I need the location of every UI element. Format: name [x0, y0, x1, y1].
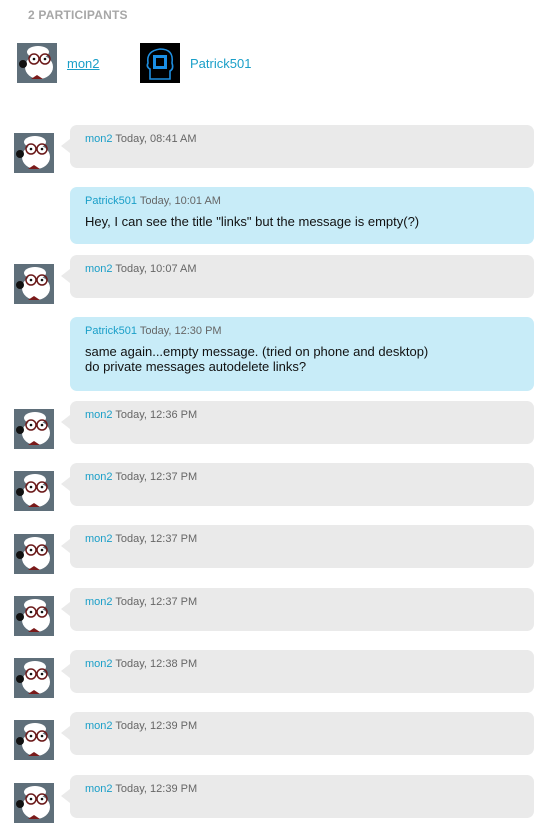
message-line: do private messages autodelete links? — [85, 359, 307, 374]
message-bubble: mon2 Today, 12:37 PM — [61, 525, 534, 568]
message-time: Today, 12:39 PM — [115, 720, 198, 732]
participant-name-link[interactable]: mon2 — [67, 56, 100, 71]
message-text: same again...empty message. (tried on ph… — [85, 344, 519, 374]
message-time: Today, 10:01 AM — [139, 195, 221, 207]
message-author[interactable]: Patrick501 — [85, 195, 137, 207]
message-time: Today, 12:30 PM — [139, 325, 222, 337]
message-author[interactable]: mon2 — [85, 263, 113, 275]
message-text: Hey, I can see the title "links" but the… — [85, 214, 420, 229]
message-bubble: mon2 Today, 12:37 PM — [61, 588, 534, 631]
message-bubble: mon2 Today, 08:41 AM — [61, 125, 534, 168]
message-time: Today, 08:41 AM — [115, 133, 197, 145]
message-author[interactable]: mon2 — [85, 409, 113, 421]
dog-avatar-icon[interactable] — [14, 471, 54, 511]
dog-avatar-icon[interactable] — [14, 658, 54, 698]
message-author[interactable]: mon2 — [85, 533, 113, 545]
message-bubble: mon2 Today, 12:39 PM — [61, 712, 534, 755]
message-bubble: mon2 Today, 10:07 AM — [61, 255, 534, 298]
participant-patrick501[interactable]: Patrick501 — [140, 43, 251, 83]
head-chip-icon[interactable] — [140, 43, 180, 83]
participants-header: 2 PARTICIPANTS — [28, 8, 128, 22]
message-author[interactable]: mon2 — [85, 471, 113, 483]
dog-avatar-icon[interactable] — [14, 720, 54, 760]
message-bubble: Patrick501 Today, 10:01 AM Hey, I can se… — [70, 187, 534, 244]
message-time: Today, 12:37 PM — [115, 533, 198, 545]
dog-avatar-icon[interactable] — [14, 264, 54, 304]
dog-avatar-icon[interactable] — [14, 409, 54, 449]
message-bubble: mon2 Today, 12:37 PM — [61, 463, 534, 506]
message-time: Today, 12:39 PM — [115, 783, 198, 795]
message-time: Today, 12:36 PM — [115, 409, 198, 421]
participant-mon2[interactable]: mon2 — [17, 43, 100, 83]
dog-avatar-icon[interactable] — [17, 43, 57, 83]
message-author[interactable]: Patrick501 — [85, 325, 137, 337]
message-line: same again...empty message. (tried on ph… — [85, 344, 429, 359]
message-bubble: mon2 Today, 12:39 PM — [61, 775, 534, 818]
message-time: Today, 12:37 PM — [115, 596, 198, 608]
message-bubble: mon2 Today, 12:38 PM — [61, 650, 534, 693]
message-time: Today, 12:38 PM — [115, 658, 198, 670]
dog-avatar-icon[interactable] — [14, 783, 54, 823]
message-author[interactable]: mon2 — [85, 133, 113, 145]
message-time: Today, 12:37 PM — [115, 471, 198, 483]
message-author[interactable]: mon2 — [85, 783, 113, 795]
message-author[interactable]: mon2 — [85, 596, 113, 608]
message-author[interactable]: mon2 — [85, 658, 113, 670]
message-bubble: Patrick501 Today, 12:30 PM same again...… — [70, 317, 534, 391]
message-author[interactable]: mon2 — [85, 720, 113, 732]
participant-name-link[interactable]: Patrick501 — [190, 56, 251, 71]
dog-avatar-icon[interactable] — [14, 596, 54, 636]
dog-avatar-icon[interactable] — [14, 133, 54, 173]
dog-avatar-icon[interactable] — [14, 534, 54, 574]
message-time: Today, 10:07 AM — [115, 263, 197, 275]
message-bubble: mon2 Today, 12:36 PM — [61, 401, 534, 444]
